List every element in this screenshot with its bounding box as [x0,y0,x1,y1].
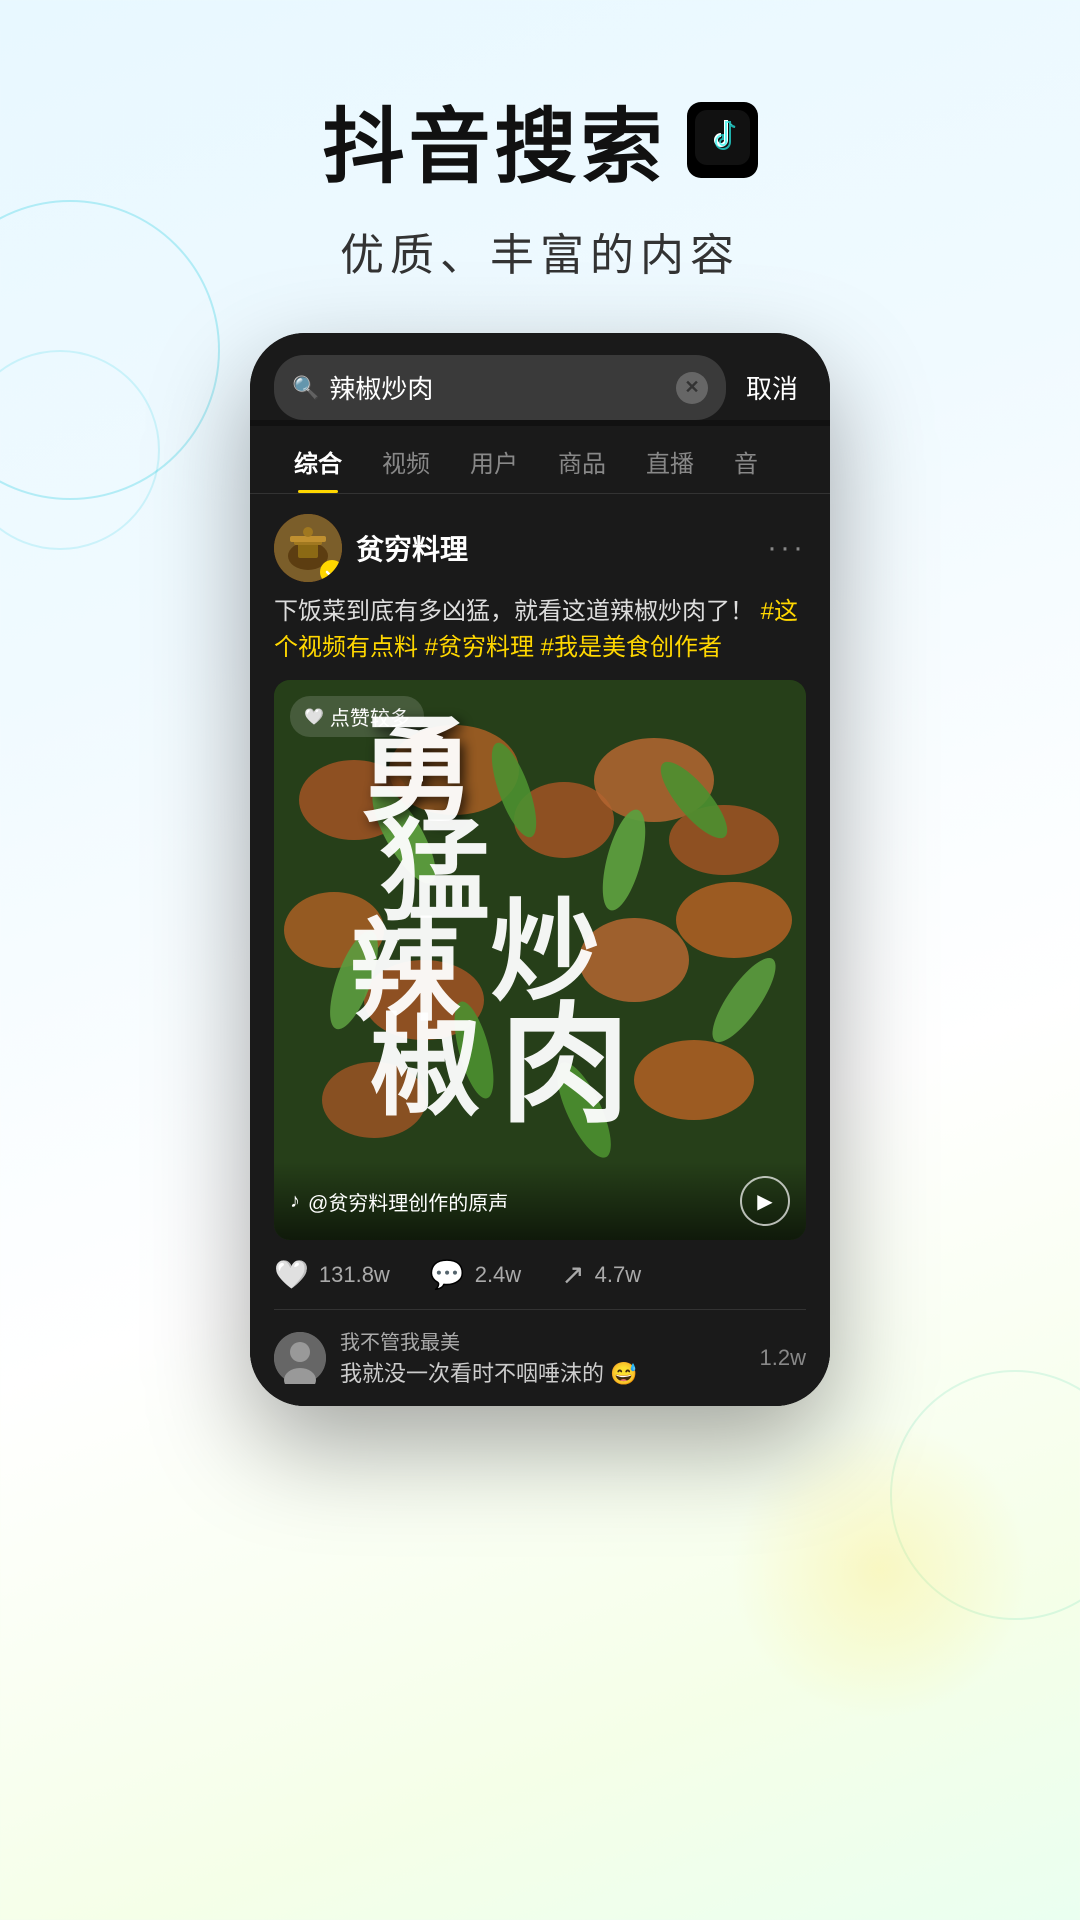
shares-count: 4.7w [595,1262,641,1288]
tab-comprehensive[interactable]: 综合 [274,426,362,493]
comment-icon: 💬 [430,1258,465,1291]
tiktok-small-icon: ♪ [290,1190,300,1213]
audio-credit-text: @贫穷料理创作的原声 [308,1187,508,1216]
tiktok-logo-icon [687,102,758,178]
post-desc-normal: 下饭菜到底有多凶猛，就看这道辣椒炒肉了！ [274,598,754,625]
comment-content: 我不管我最美 我就没一次看时不咽唾沫的 😅 [340,1326,746,1390]
interaction-bar: 🤍 131.8w 💬 2.4w ↗ 4.7w [250,1240,830,1309]
video-text-overlay: 勇 猛 辣 椒 炒 肉 [274,680,806,1240]
avatar[interactable] [274,514,342,582]
search-input-container[interactable]: 🔍 辣椒炒肉 ✕ [274,355,726,420]
comments-count: 2.4w [475,1262,521,1288]
title-row: 抖音搜索 [0,80,1080,199]
search-icon: 🔍 [292,375,319,401]
post-description: 下饭菜到底有多凶猛，就看这道辣椒炒肉了！ #这个视频有点料 #贫穷料理 #我是美… [250,594,830,680]
clear-search-button[interactable]: ✕ [676,372,708,404]
comment-text: 我就没一次看时不咽唾沫的 😅 [340,1359,746,1390]
main-title: 抖音搜索 [322,80,666,199]
tab-bar: 综合 视频 用户 商品 直播 音 [250,426,830,494]
video-container[interactable]: 🤍 点赞较多 勇 猛 辣 椒 炒 肉 [274,680,806,1240]
tab-live[interactable]: 直播 [626,426,714,493]
comment-avatar [274,1332,326,1384]
bg-glow [730,1420,1030,1720]
play-button[interactable]: ▶ [740,1176,790,1226]
video-bottom-bar: ♪ @贫穷料理创作的原声 ▶ [274,1162,806,1240]
user-info: 贫穷料理 [274,514,468,582]
svg-text:肉: 肉 [500,992,630,1138]
video-thumbnail: 🤍 点赞较多 勇 猛 辣 椒 炒 肉 [274,680,806,1240]
tab-audio[interactable]: 音 [714,426,778,493]
post-header: 贫穷料理 ··· [250,494,830,594]
share-icon: ↗ [561,1258,584,1291]
comments-button[interactable]: 💬 2.4w [430,1258,521,1291]
phone-mockup: 🔍 辣椒炒肉 ✕ 取消 综合 视频 用户 商品 直播 音 [250,333,830,1406]
heart-icon: 🤍 [274,1258,309,1291]
likes-count: 131.8w [319,1262,390,1288]
search-query-text: 辣椒炒肉 [329,369,666,406]
username[interactable]: 贫穷料理 [356,528,468,568]
phone-mockup-container: 🔍 辣椒炒肉 ✕ 取消 综合 视频 用户 商品 直播 音 [0,333,1080,1406]
svg-text:椒: 椒 [370,1006,480,1129]
cancel-search-button[interactable]: 取消 [738,369,806,406]
more-options-button[interactable]: ··· [767,531,806,565]
tab-user[interactable]: 用户 [450,426,538,493]
shares-button[interactable]: ↗ 4.7w [561,1258,641,1291]
tab-video[interactable]: 视频 [362,426,450,493]
content-area: 贫穷料理 ··· 下饭菜到底有多凶猛，就看这道辣椒炒肉了！ #这个视频有点料 #… [250,494,830,1406]
verified-badge [320,560,342,582]
audio-info: ♪ @贫穷料理创作的原声 [290,1187,508,1216]
tab-product[interactable]: 商品 [538,426,626,493]
comment-preview: 我不管我最美 我就没一次看时不咽唾沫的 😅 1.2w [250,1310,830,1406]
comment-count: 1.2w [760,1345,806,1371]
likes-button[interactable]: 🤍 131.8w [274,1258,390,1291]
comment-username: 我不管我最美 [340,1326,746,1355]
search-bar: 🔍 辣椒炒肉 ✕ 取消 [250,333,830,420]
